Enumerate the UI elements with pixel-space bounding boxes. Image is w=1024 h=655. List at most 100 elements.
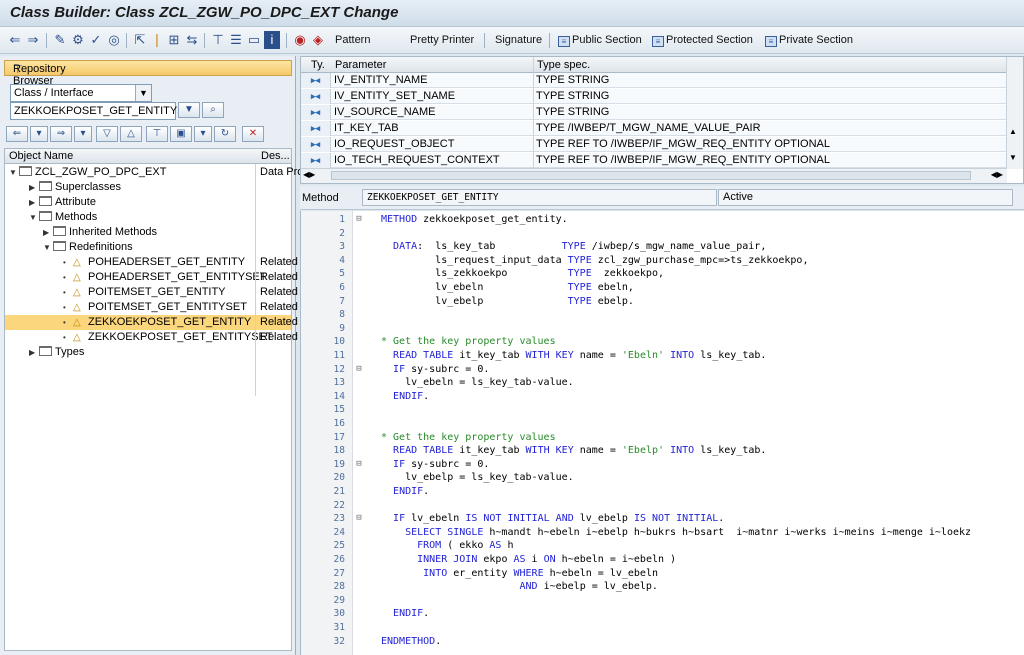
fold-marker-icon[interactable]: ⊟ bbox=[353, 363, 365, 377]
tree-node-method[interactable]: • △ POITEMSET_GET_ENTITYSET Related bbox=[5, 300, 298, 315]
code-line[interactable]: 10 * Get the key property values bbox=[301, 335, 1024, 349]
private-section-button[interactable]: ≡ Private Section bbox=[765, 32, 853, 49]
other-object-icon[interactable]: ⚙ bbox=[70, 31, 86, 49]
scroll-thumb[interactable] bbox=[331, 171, 971, 180]
tree-node-attribute[interactable]: ▶ Attribute bbox=[5, 195, 291, 210]
code-line[interactable]: 18 READ TABLE it_key_tab WITH KEY name =… bbox=[301, 444, 1024, 458]
pattern-button[interactable]: Pattern bbox=[335, 32, 370, 49]
fold-marker-icon[interactable]: ⊟ bbox=[353, 458, 365, 472]
tree-node-method[interactable]: • △ ZEKKOEKPOSET_GET_ENTITYSET Related bbox=[5, 330, 298, 345]
code-line[interactable]: 30 ENDIF. bbox=[301, 607, 1024, 621]
close-icon[interactable]: ✕ bbox=[242, 126, 264, 142]
back-arrow-icon[interactable]: ⇐ bbox=[8, 31, 22, 49]
collapsed-triangle-icon[interactable]: ▶ bbox=[29, 195, 39, 210]
scroll-down-icon[interactable]: ▼ bbox=[1009, 153, 1017, 162]
next-object-icon[interactable]: ⇒ bbox=[50, 126, 72, 142]
forward-arrow-icon[interactable]: ⇒ bbox=[26, 31, 40, 49]
object-type-select[interactable]: Class / Interface ▼ bbox=[10, 84, 152, 102]
protected-section-button[interactable]: ≡ Protected Section bbox=[652, 32, 753, 49]
tree-node-class[interactable]: ▼ ZCL_ZGW_PO_DPC_EXT Data Pro bbox=[5, 165, 303, 180]
code-line[interactable]: 14 ENDIF. bbox=[301, 390, 1024, 404]
chevron-down-icon[interactable]: ▼ bbox=[135, 85, 151, 101]
previous-object-icon[interactable]: ⇐ bbox=[6, 126, 28, 142]
tree-node-superclasses[interactable]: ▶ Superclasses bbox=[5, 180, 291, 195]
parameter-row[interactable]: ▸◂ IV_ENTITY_NAME TYPE STRING bbox=[301, 73, 1007, 88]
code-line[interactable]: 8 bbox=[301, 308, 1024, 322]
scroll-up-icon[interactable]: ▲ bbox=[1009, 127, 1017, 136]
code-line[interactable]: 26 INNER JOIN ekpo AS i ON h~ebeln = i~e… bbox=[301, 553, 1024, 567]
column-object-name[interactable]: Object Name bbox=[9, 150, 73, 162]
parameter-row[interactable]: ▸◂ IO_REQUEST_OBJECT TYPE REF TO /IWBEP/IF… bbox=[301, 137, 1007, 152]
method-name-field[interactable]: ZEKKOEKPOSET_GET_ENTITY bbox=[362, 189, 717, 206]
tree-node-methods[interactable]: ▼ Methods bbox=[5, 210, 291, 225]
column-type[interactable]: Ty. bbox=[311, 59, 325, 71]
code-line[interactable]: 3 DATA: ls_key_tab TYPE /iwbep/s_mgw_nam… bbox=[301, 240, 1024, 254]
code-line[interactable]: 21 ENDIF. bbox=[301, 485, 1024, 499]
scroll-left-icon[interactable]: ◀▶ bbox=[303, 170, 315, 179]
expanded-triangle-icon[interactable]: ▼ bbox=[29, 210, 39, 225]
code-line[interactable]: 13 lv_ebeln = ls_key_tab-value. bbox=[301, 376, 1024, 390]
display-glasses-icon[interactable]: ⌕ bbox=[202, 102, 224, 118]
signature-button[interactable]: Signature bbox=[495, 32, 542, 49]
column-parameter[interactable]: Parameter bbox=[335, 59, 386, 71]
code-line[interactable]: 22 bbox=[301, 499, 1024, 513]
abap-code-editor[interactable]: 1 ⊟ METHOD zekkoekposet_get_entity. 2 3 DATA… bbox=[300, 211, 1024, 655]
tree-node-inherited-methods[interactable]: ▶ Inherited Methods bbox=[5, 225, 291, 240]
parameter-row[interactable]: ▸◂ IT_KEY_TAB TYPE /IWBEP/T_MGW_NAME_VALUE… bbox=[301, 121, 1007, 136]
code-line[interactable]: 15 bbox=[301, 403, 1024, 417]
tree-node-types[interactable]: ▶ Types bbox=[5, 345, 291, 360]
code-line[interactable]: 4 ls_request_input_data TYPE zcl_zgw_pur… bbox=[301, 254, 1024, 268]
code-line[interactable]: 12 ⊟ IF sy-subrc = 0. bbox=[301, 363, 1024, 377]
code-line[interactable]: 6 lv_ebeln TYPE ebeln, bbox=[301, 281, 1024, 295]
dropdown-icon[interactable]: ▼ bbox=[178, 102, 200, 118]
code-line[interactable]: 11 READ TABLE it_key_tab WITH KEY name =… bbox=[301, 349, 1024, 363]
tree-node-method[interactable]: • △ POHEADERSET_GET_ENTITYSET Related bbox=[5, 270, 298, 285]
code-line[interactable]: 23 ⊟ IF lv_ebeln IS NOT INITIAL AND lv_eb… bbox=[301, 512, 1024, 526]
hierarchy-icon[interactable]: ⊤ bbox=[210, 31, 226, 49]
code-line[interactable]: 2 bbox=[301, 227, 1024, 241]
expanded-triangle-icon[interactable]: ▼ bbox=[9, 165, 19, 180]
fold-marker-icon[interactable]: ⊟ bbox=[353, 213, 365, 227]
display-change-icon[interactable]: ✎ bbox=[52, 31, 68, 49]
info-icon[interactable]: i bbox=[264, 31, 280, 49]
test-icon[interactable]: ◎ bbox=[106, 31, 122, 49]
collapsed-triangle-icon[interactable]: ▶ bbox=[43, 225, 53, 240]
tree-node-method[interactable]: • △ POHEADERSET_GET_ENTITY Related bbox=[5, 255, 298, 270]
horizontal-scrollbar[interactable]: ◀▶ ◀▶ bbox=[301, 168, 1007, 183]
code-line[interactable]: 9 bbox=[301, 322, 1024, 336]
external-breakpoint-icon[interactable]: ◈ bbox=[310, 31, 326, 49]
dropdown-icon[interactable]: ▾ bbox=[194, 126, 212, 142]
fullscreen-icon[interactable]: ▭ bbox=[246, 31, 262, 49]
code-line[interactable]: 19 ⊟ IF sy-subrc = 0. bbox=[301, 458, 1024, 472]
parameter-row[interactable]: ▸◂ IV_ENTITY_SET_NAME TYPE STRING bbox=[301, 89, 1007, 104]
tree-node-method[interactable]: • △ POITEMSET_GET_ENTITY Related bbox=[5, 285, 298, 300]
tree-node-method-selected[interactable]: • △ ZEKKOEKPOSET_GET_ENTITY Related bbox=[5, 315, 298, 330]
code-line[interactable]: 31 bbox=[301, 621, 1024, 635]
collapse-icon[interactable]: ▽ bbox=[96, 126, 118, 142]
scroll-right-icon[interactable]: ◀▶ bbox=[991, 170, 1003, 179]
expand-icon[interactable]: △ bbox=[120, 126, 142, 142]
refresh-icon[interactable]: ↻ bbox=[214, 126, 236, 142]
window-icon[interactable]: ▣ bbox=[170, 126, 192, 142]
code-line[interactable]: 7 lv_ebelp TYPE ebelp. bbox=[301, 295, 1024, 309]
column-type-spec[interactable]: Type spec. bbox=[537, 59, 590, 71]
code-line[interactable]: 20 lv_ebelp = ls_key_tab-value. bbox=[301, 471, 1024, 485]
object-name-input[interactable]: ZEKKOEKPOSET_GET_ENTITYSET bbox=[10, 102, 199, 120]
code-line[interactable]: 16 bbox=[301, 417, 1024, 431]
code-line[interactable]: 17 * Get the key property values bbox=[301, 431, 1024, 445]
code-line[interactable]: 24 SELECT SINGLE h~mandt h~ebeln i~ebelp… bbox=[301, 526, 1024, 540]
pretty-printer-button[interactable]: Pretty Printer bbox=[410, 32, 474, 49]
code-line[interactable]: 28 AND i~ebelp = lv_ebelp. bbox=[301, 580, 1024, 594]
where-used-icon[interactable]: ⇱ bbox=[132, 31, 148, 49]
activate-icon[interactable]: ❘ bbox=[150, 31, 164, 49]
vertical-scrollbar[interactable]: ▲ ▼ bbox=[1006, 57, 1023, 169]
breakpoint-icon[interactable]: ◉ bbox=[292, 31, 308, 49]
code-line[interactable]: 5 ls_zekkoekpo TYPE zekkoekpo, bbox=[301, 267, 1024, 281]
column-description[interactable]: Des... bbox=[261, 150, 290, 162]
collapsed-triangle-icon[interactable]: ▶ bbox=[29, 180, 39, 195]
code-line[interactable]: 29 bbox=[301, 594, 1024, 608]
code-line[interactable]: 25 FROM ( ekko AS h bbox=[301, 539, 1024, 553]
parameter-row[interactable]: ▸◂ IO_TECH_REQUEST_CONTEXT TYPE REF TO /IW… bbox=[301, 153, 1007, 168]
object-list-icon[interactable]: ⊞ bbox=[166, 31, 182, 49]
parameter-row[interactable]: ▸◂ IV_SOURCE_NAME TYPE STRING bbox=[301, 105, 1007, 120]
